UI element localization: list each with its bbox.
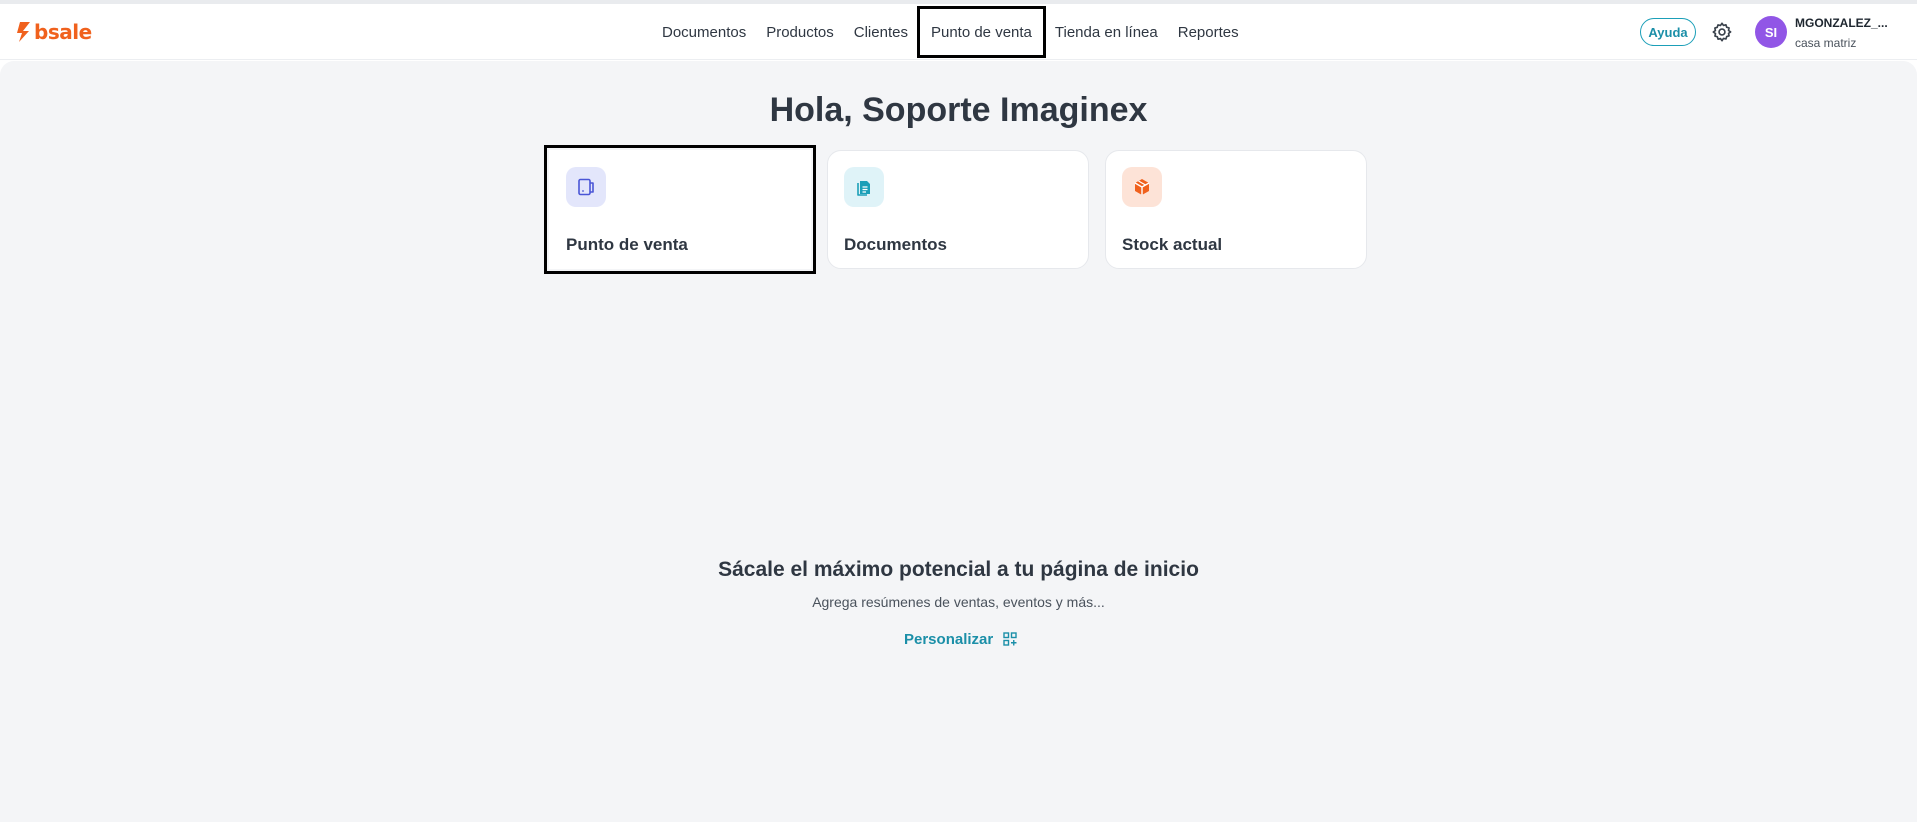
user-branch: casa matriz xyxy=(1795,36,1857,50)
shortcut-card-stock-actual[interactable]: Stock actual xyxy=(1105,150,1367,269)
shortcut-label: Punto de venta xyxy=(566,235,688,254)
help-button[interactable]: Ayuda xyxy=(1640,18,1696,46)
nav-tienda-en-linea[interactable]: Tienda en línea xyxy=(1045,7,1168,57)
user-name[interactable]: MGONZALEZ_... xyxy=(1795,16,1888,30)
document-icon xyxy=(844,167,884,207)
main-nav: Documentos Productos Clientes Punto de v… xyxy=(652,4,1249,60)
bsale-logo-icon xyxy=(17,22,30,42)
logo-text: bsale xyxy=(34,20,92,44)
avatar[interactable]: SI xyxy=(1755,16,1787,48)
gear-icon[interactable] xyxy=(1711,21,1733,43)
grid-plus-icon xyxy=(1003,632,1017,646)
nav-reportes[interactable]: Reportes xyxy=(1168,7,1249,57)
promo-title: Sácale el máximo potencial a tu página d… xyxy=(718,558,1199,581)
shortcut-card-punto-de-venta[interactable]: Punto de venta xyxy=(544,145,816,274)
nav-punto-de-venta[interactable]: Punto de venta xyxy=(916,6,1046,58)
pos-terminal-icon xyxy=(566,167,606,207)
nav-productos[interactable]: Productos xyxy=(756,7,844,57)
nav-documentos[interactable]: Documentos xyxy=(652,7,756,57)
shortcut-label: Documentos xyxy=(844,235,947,254)
bsale-logo[interactable]: bsale xyxy=(17,19,92,45)
box-icon xyxy=(1122,167,1162,207)
personalize-link[interactable]: Personalizar xyxy=(904,629,1017,649)
shortcut-label: Stock actual xyxy=(1122,235,1223,254)
top-header: bsale Documentos Productos Clientes Punt… xyxy=(0,4,1917,60)
nav-clientes[interactable]: Clientes xyxy=(844,7,918,57)
promo-subtitle: Agrega resúmenes de ventas, eventos y má… xyxy=(812,594,1105,610)
personalize-label: Personalizar xyxy=(904,630,994,648)
page-title: Hola, Soporte Imaginex xyxy=(769,91,1148,129)
home-content: Hola, Soporte Imaginex Punto de venta Do… xyxy=(0,61,1917,822)
shortcut-card-documentos[interactable]: Documentos xyxy=(827,150,1089,269)
